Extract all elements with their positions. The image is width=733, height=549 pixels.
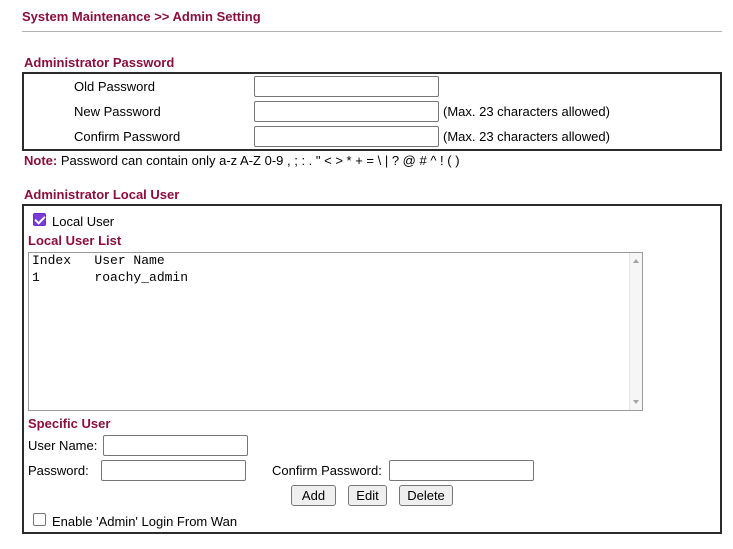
user-password-field[interactable] <box>101 460 246 481</box>
password-note: Note: Password can contain only a-z A-Z … <box>24 153 460 168</box>
user-confirm-password-label: Confirm Password: <box>272 463 382 478</box>
list-header: Index User Name <box>32 253 165 268</box>
local-user-checkbox[interactable] <box>33 213 46 226</box>
confirm-password-field[interactable] <box>254 126 439 147</box>
edit-button[interactable]: Edit <box>348 485 387 506</box>
local-user-listbox[interactable]: Index User Name 1 roachy_admin <box>28 252 643 411</box>
confirm-password-label: Confirm Password <box>74 129 181 144</box>
new-password-max-hint: (Max. 23 characters allowed) <box>443 104 610 119</box>
confirm-password-max-hint: (Max. 23 characters allowed) <box>443 129 610 144</box>
new-password-label: New Password <box>74 104 161 119</box>
old-password-field[interactable] <box>254 76 439 97</box>
scroll-down-icon[interactable] <box>633 400 639 404</box>
add-button[interactable]: Add <box>291 485 336 506</box>
enable-wan-login-checkbox[interactable] <box>33 513 46 526</box>
user-password-label: Password: <box>28 463 89 478</box>
admin-password-section-title: Administrator Password <box>24 55 175 70</box>
admin-local-user-section-title: Administrator Local User <box>24 187 180 202</box>
old-password-label: Old Password <box>74 79 155 94</box>
username-label: User Name: <box>28 438 98 453</box>
title-divider <box>22 31 722 32</box>
local-user-label: Local User <box>52 214 115 229</box>
list-item[interactable]: 1 roachy_admin <box>32 270 188 285</box>
username-field[interactable] <box>103 435 248 456</box>
local-user-list-title: Local User List <box>28 233 122 248</box>
scroll-up-icon[interactable] <box>633 259 639 263</box>
listbox-scrollbar[interactable] <box>629 253 642 410</box>
specific-user-title: Specific User <box>28 416 111 431</box>
page-title: System Maintenance >> Admin Setting <box>22 9 261 24</box>
delete-button[interactable]: Delete <box>399 485 453 506</box>
note-text: Password can contain only a-z A-Z 0-9 , … <box>60 153 460 168</box>
enable-wan-login-label: Enable 'Admin' Login From Wan <box>52 514 238 529</box>
new-password-field[interactable] <box>254 101 439 122</box>
user-confirm-password-field[interactable] <box>389 460 534 481</box>
note-label: Note: <box>24 153 58 168</box>
